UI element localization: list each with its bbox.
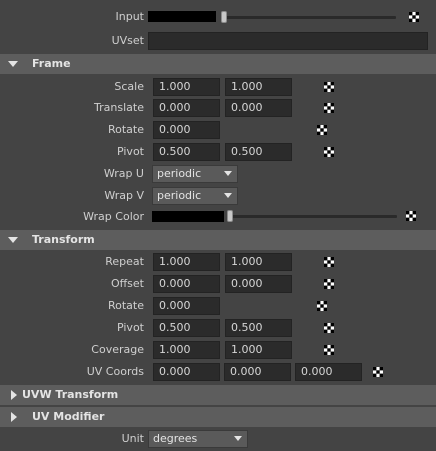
- offset-label: Offset: [110, 277, 144, 290]
- input-color-swatch[interactable]: [148, 11, 216, 22]
- uvw-transform-section-header[interactable]: UVW Transform: [0, 385, 436, 405]
- wrap-v-value: periodic: [157, 189, 202, 202]
- frame-pivot-map-checker-icon[interactable]: [324, 147, 334, 157]
- collapse-arrow-icon: [8, 230, 18, 250]
- unit-dropdown[interactable]: degrees: [148, 430, 248, 448]
- coverage-map-checker-icon[interactable]: [324, 345, 334, 355]
- wrap-u-value: periodic: [157, 167, 202, 180]
- input-map-checker-icon[interactable]: [409, 12, 419, 22]
- transform-rotate-map-checker-icon[interactable]: [317, 301, 327, 311]
- repeat-v-field[interactable]: 1.000: [225, 253, 292, 271]
- frame-pivot-u-field[interactable]: 0.500: [153, 143, 220, 161]
- repeat-map-checker-icon[interactable]: [324, 257, 334, 267]
- wrap-u-label: Wrap U: [103, 167, 144, 180]
- wrap-color-slider-handle[interactable]: [227, 210, 233, 222]
- unit-value: degrees: [153, 432, 198, 445]
- wrap-color-label: Wrap Color: [83, 210, 144, 223]
- unit-label: Unit: [121, 432, 144, 445]
- scale-v-field[interactable]: 1.000: [225, 78, 292, 96]
- coverage-u-field[interactable]: 1.000: [153, 341, 220, 359]
- wrap-v-label: Wrap V: [104, 189, 144, 202]
- frame-rotate-field[interactable]: 0.000: [153, 121, 220, 139]
- translate-map-checker-icon[interactable]: [324, 103, 334, 113]
- wrap-color-slider-track[interactable]: [232, 215, 397, 218]
- repeat-u-field[interactable]: 1.000: [153, 253, 220, 271]
- offset-map-checker-icon[interactable]: [324, 279, 334, 289]
- frame-rotate-map-checker-icon[interactable]: [317, 125, 327, 135]
- uvcoords-u-field[interactable]: 0.000: [153, 363, 220, 381]
- expand-arrow-icon: [8, 385, 18, 405]
- wrap-color-map-checker-icon[interactable]: [406, 211, 416, 221]
- collapse-arrow-icon: [8, 54, 18, 74]
- uvcoords-w-field[interactable]: 0.000: [295, 363, 362, 381]
- uvset-label: UVset: [111, 34, 144, 47]
- transform-section-title: Transform: [32, 233, 95, 246]
- transform-rotate-field[interactable]: 0.000: [153, 297, 220, 315]
- input-slider-handle[interactable]: [221, 11, 227, 23]
- uvcoords-v-field[interactable]: 0.000: [224, 363, 291, 381]
- offset-v-field[interactable]: 0.000: [225, 275, 292, 293]
- wrap-color-swatch[interactable]: [152, 211, 224, 222]
- transform-rotate-label: Rotate: [107, 299, 144, 312]
- frame-pivot-label: Pivot: [116, 145, 144, 158]
- coverage-label: Coverage: [91, 343, 144, 356]
- transform-pivot-label: Pivot: [116, 321, 144, 334]
- input-slider-track[interactable]: [226, 16, 396, 19]
- wrap-u-dropdown[interactable]: periodic: [152, 165, 238, 183]
- uvset-field[interactable]: [148, 32, 428, 50]
- translate-label: Translate: [94, 101, 144, 114]
- chevron-down-icon: [224, 171, 232, 176]
- frame-section-title: Frame: [32, 57, 71, 70]
- frame-rotate-label: Rotate: [107, 123, 144, 136]
- uvw-transform-section-title: UVW Transform: [22, 388, 119, 401]
- coverage-v-field[interactable]: 1.000: [225, 341, 292, 359]
- offset-u-field[interactable]: 0.000: [153, 275, 220, 293]
- uv-modifier-section-header[interactable]: UV Modifier: [0, 407, 436, 427]
- uvcoords-map-checker-icon[interactable]: [373, 367, 383, 377]
- uv-modifier-section-title: UV Modifier: [32, 410, 105, 423]
- input-label: Input: [115, 10, 144, 23]
- uvcoords-label: UV Coords: [86, 365, 144, 378]
- repeat-label: Repeat: [105, 255, 144, 268]
- expand-arrow-icon: [8, 407, 18, 427]
- frame-pivot-v-field[interactable]: 0.500: [225, 143, 292, 161]
- scale-label: Scale: [114, 80, 144, 93]
- translate-u-field[interactable]: 0.000: [153, 99, 220, 117]
- translate-v-field[interactable]: 0.000: [225, 99, 292, 117]
- scale-u-field[interactable]: 1.000: [153, 78, 220, 96]
- transform-pivot-u-field[interactable]: 0.500: [153, 319, 220, 337]
- wrap-v-dropdown[interactable]: periodic: [152, 187, 238, 205]
- transform-pivot-v-field[interactable]: 0.500: [225, 319, 292, 337]
- transform-pivot-map-checker-icon[interactable]: [324, 323, 334, 333]
- scale-map-checker-icon[interactable]: [324, 82, 334, 92]
- chevron-down-icon: [234, 436, 242, 441]
- chevron-down-icon: [224, 193, 232, 198]
- frame-section-header[interactable]: Frame: [0, 54, 436, 74]
- transform-section-header[interactable]: Transform: [0, 230, 436, 250]
